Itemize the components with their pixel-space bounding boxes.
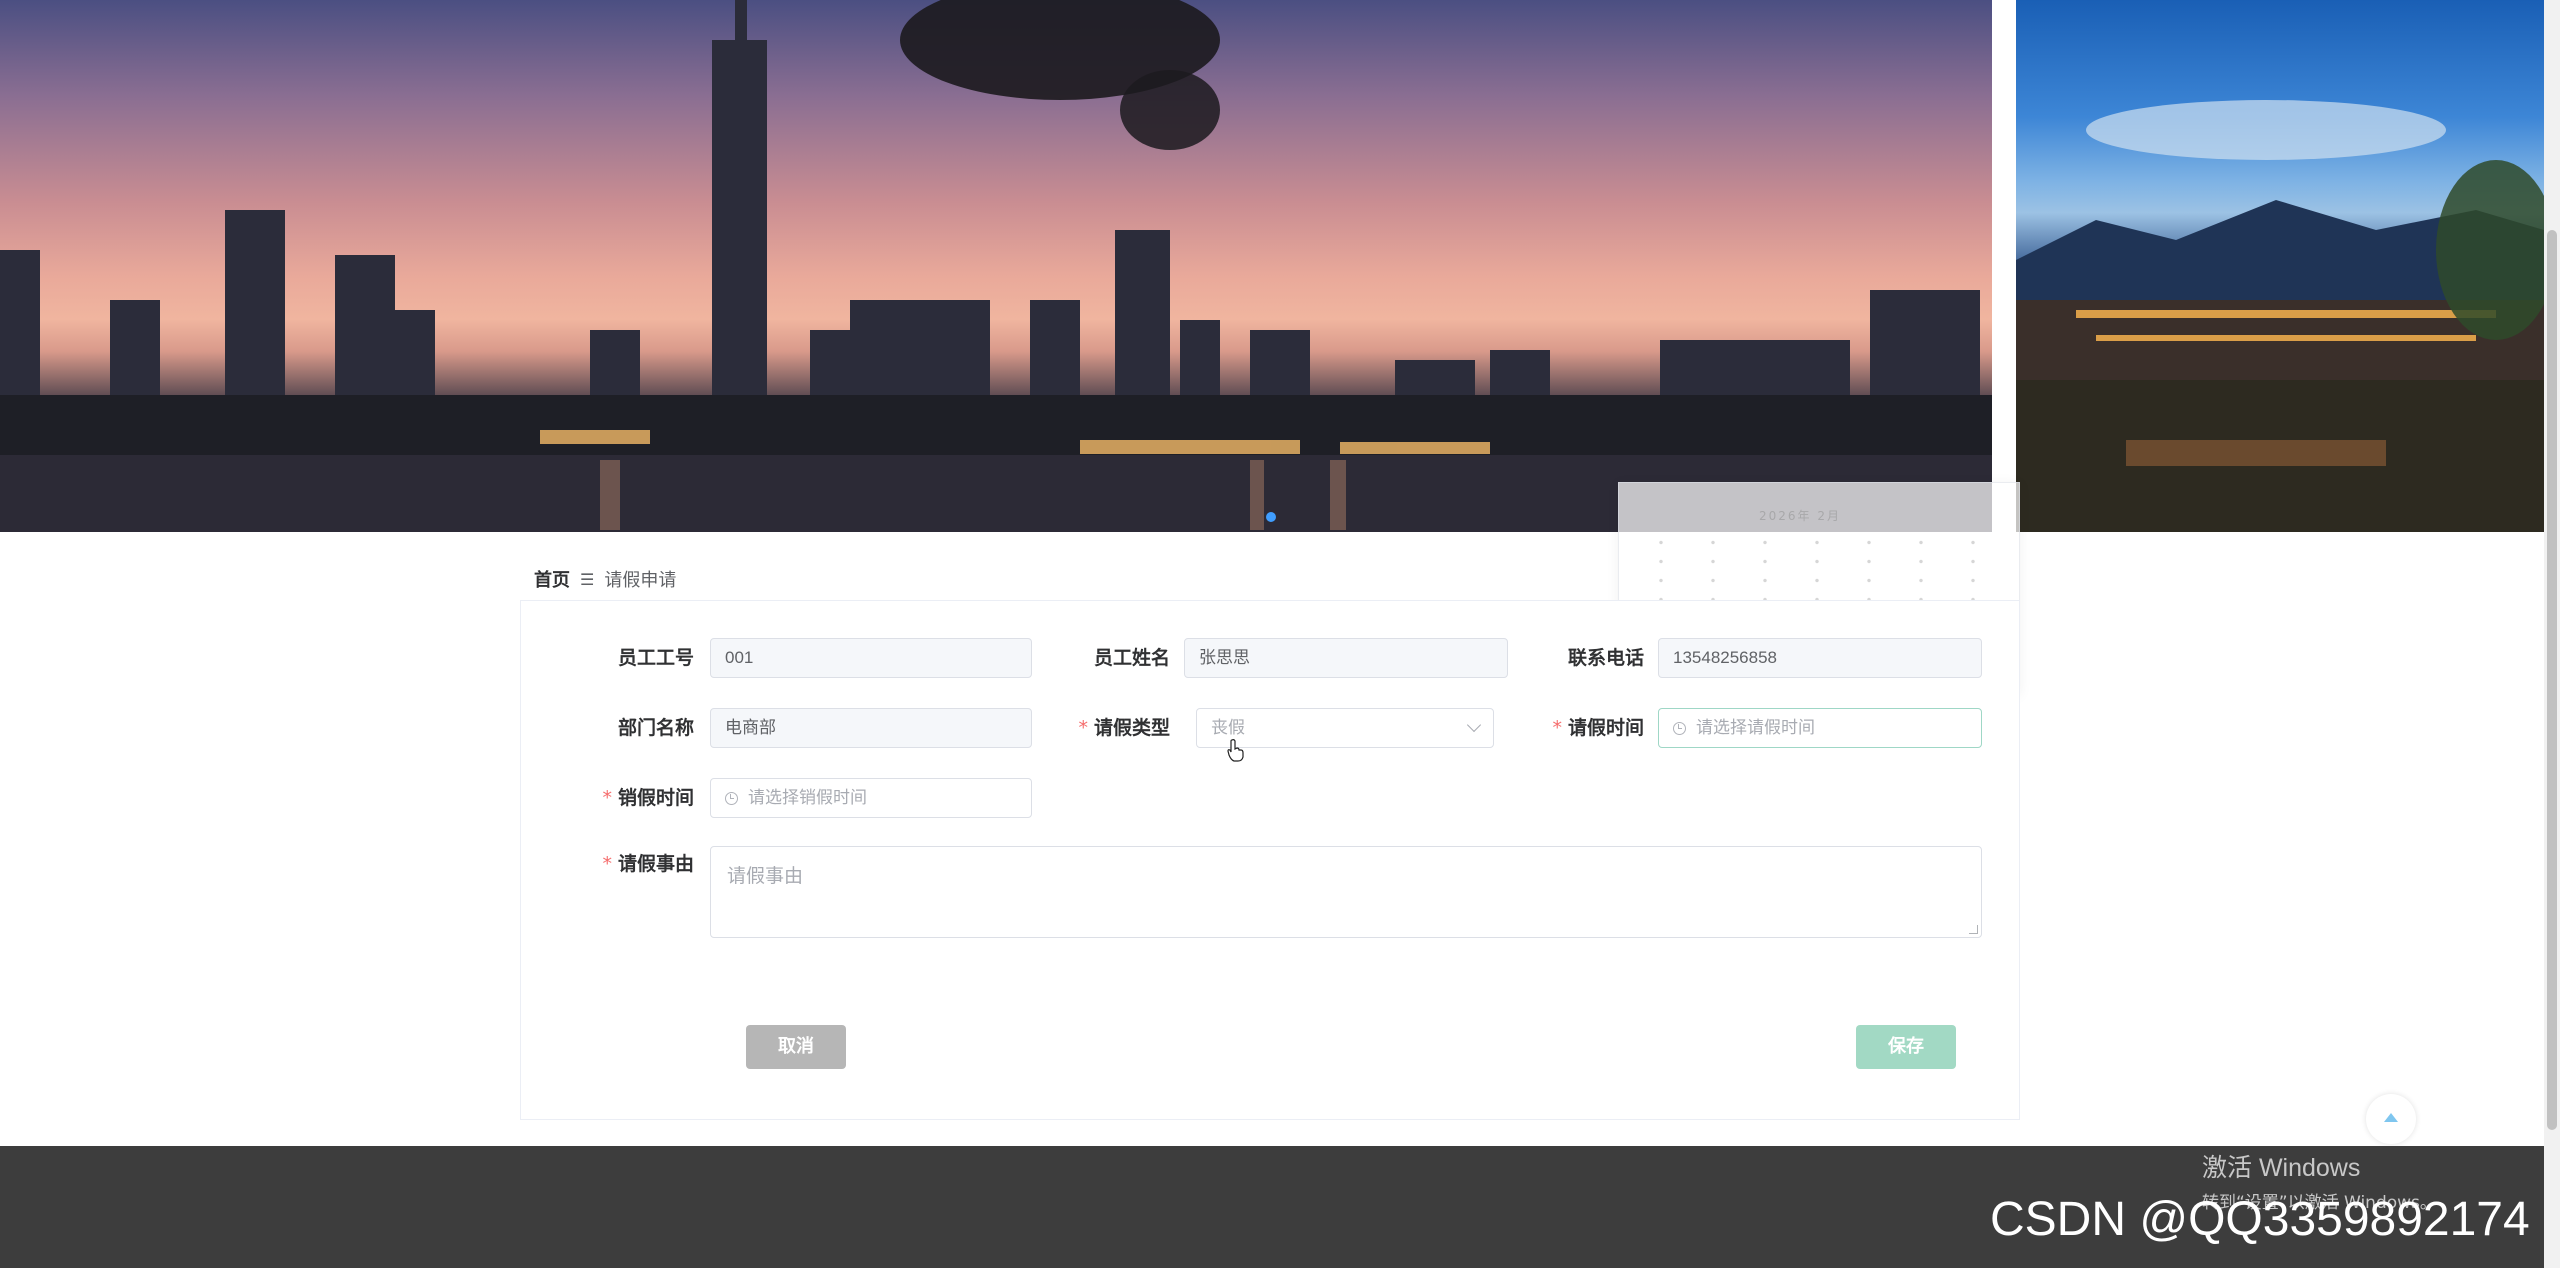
back-to-top-icon[interactable] xyxy=(2366,1094,2416,1144)
reason-textarea[interactable]: 请假事由 xyxy=(710,846,1982,938)
reason-placeholder: 请假事由 xyxy=(727,866,804,887)
page-scrollbar[interactable] xyxy=(2544,0,2560,1268)
cancel-time-picker[interactable]: 请选择销假时间 xyxy=(710,778,1032,818)
cancel-time-placeholder: 请选择销假时间 xyxy=(748,788,867,807)
department-field[interactable]: 电商部 xyxy=(710,708,1032,748)
pointer-cursor-icon xyxy=(1227,739,1244,762)
phone-label: 联系电话 xyxy=(1567,647,1644,669)
resize-handle-icon[interactable] xyxy=(1969,925,1978,934)
carousel-slide-waterfront xyxy=(2016,0,2544,532)
leave-time-label: * 请假时间 xyxy=(1552,717,1644,739)
department-label: 部门名称 xyxy=(617,717,694,739)
save-button[interactable]: 保存 xyxy=(1856,1025,1956,1069)
csdn-watermark: CSDN @QQ3359892174 xyxy=(1990,1193,2530,1246)
employee-id-label: 员工工号 xyxy=(617,647,694,669)
waterfront-image xyxy=(2016,100,2544,532)
scrollbar-thumb[interactable] xyxy=(2547,230,2557,1130)
carousel-indicator-dot[interactable] xyxy=(1266,512,1276,522)
leave-type-label: * 请假类型 xyxy=(1078,717,1170,739)
cancel-button[interactable]: 取消 xyxy=(746,1025,846,1069)
breadcrumb: 首页 ☰ 请假申请 xyxy=(534,566,676,592)
banner-carousel[interactable] xyxy=(0,0,2560,532)
clock-icon xyxy=(1673,722,1686,735)
leave-time-placeholder: 请选择请假时间 xyxy=(1696,718,1815,737)
reason-label: * 请假事由 xyxy=(602,853,694,875)
breadcrumb-home[interactable]: 首页 xyxy=(534,566,570,592)
phone-field[interactable]: 13548256858 xyxy=(1658,638,1982,678)
date-picker-header: 2026年 2月 xyxy=(1759,509,1841,523)
chevron-down-icon xyxy=(1466,717,1482,733)
breadcrumb-current: 请假申请 xyxy=(604,570,677,591)
employee-name-field[interactable]: 张思思 xyxy=(1184,638,1508,678)
windows-activation-title: 激活 Windows xyxy=(2202,1154,2361,1182)
clock-icon xyxy=(725,792,738,805)
employee-id-field[interactable]: 001 xyxy=(710,638,1032,678)
employee-name-label: 员工姓名 xyxy=(1093,647,1170,669)
leave-type-selected-value: 丧假 xyxy=(1211,718,1245,737)
leave-time-picker[interactable]: 请选择请假时间 xyxy=(1658,708,1982,748)
cancel-time-label: * 销假时间 xyxy=(602,787,694,809)
required-mark: * xyxy=(1552,717,1562,739)
required-mark: * xyxy=(1078,717,1088,739)
required-mark: * xyxy=(602,787,612,809)
menu-icon: ☰ xyxy=(580,569,595,589)
city-skyline-image xyxy=(0,0,1992,532)
required-mark: * xyxy=(602,853,612,875)
carousel-slide-city-skyline xyxy=(0,0,1992,532)
